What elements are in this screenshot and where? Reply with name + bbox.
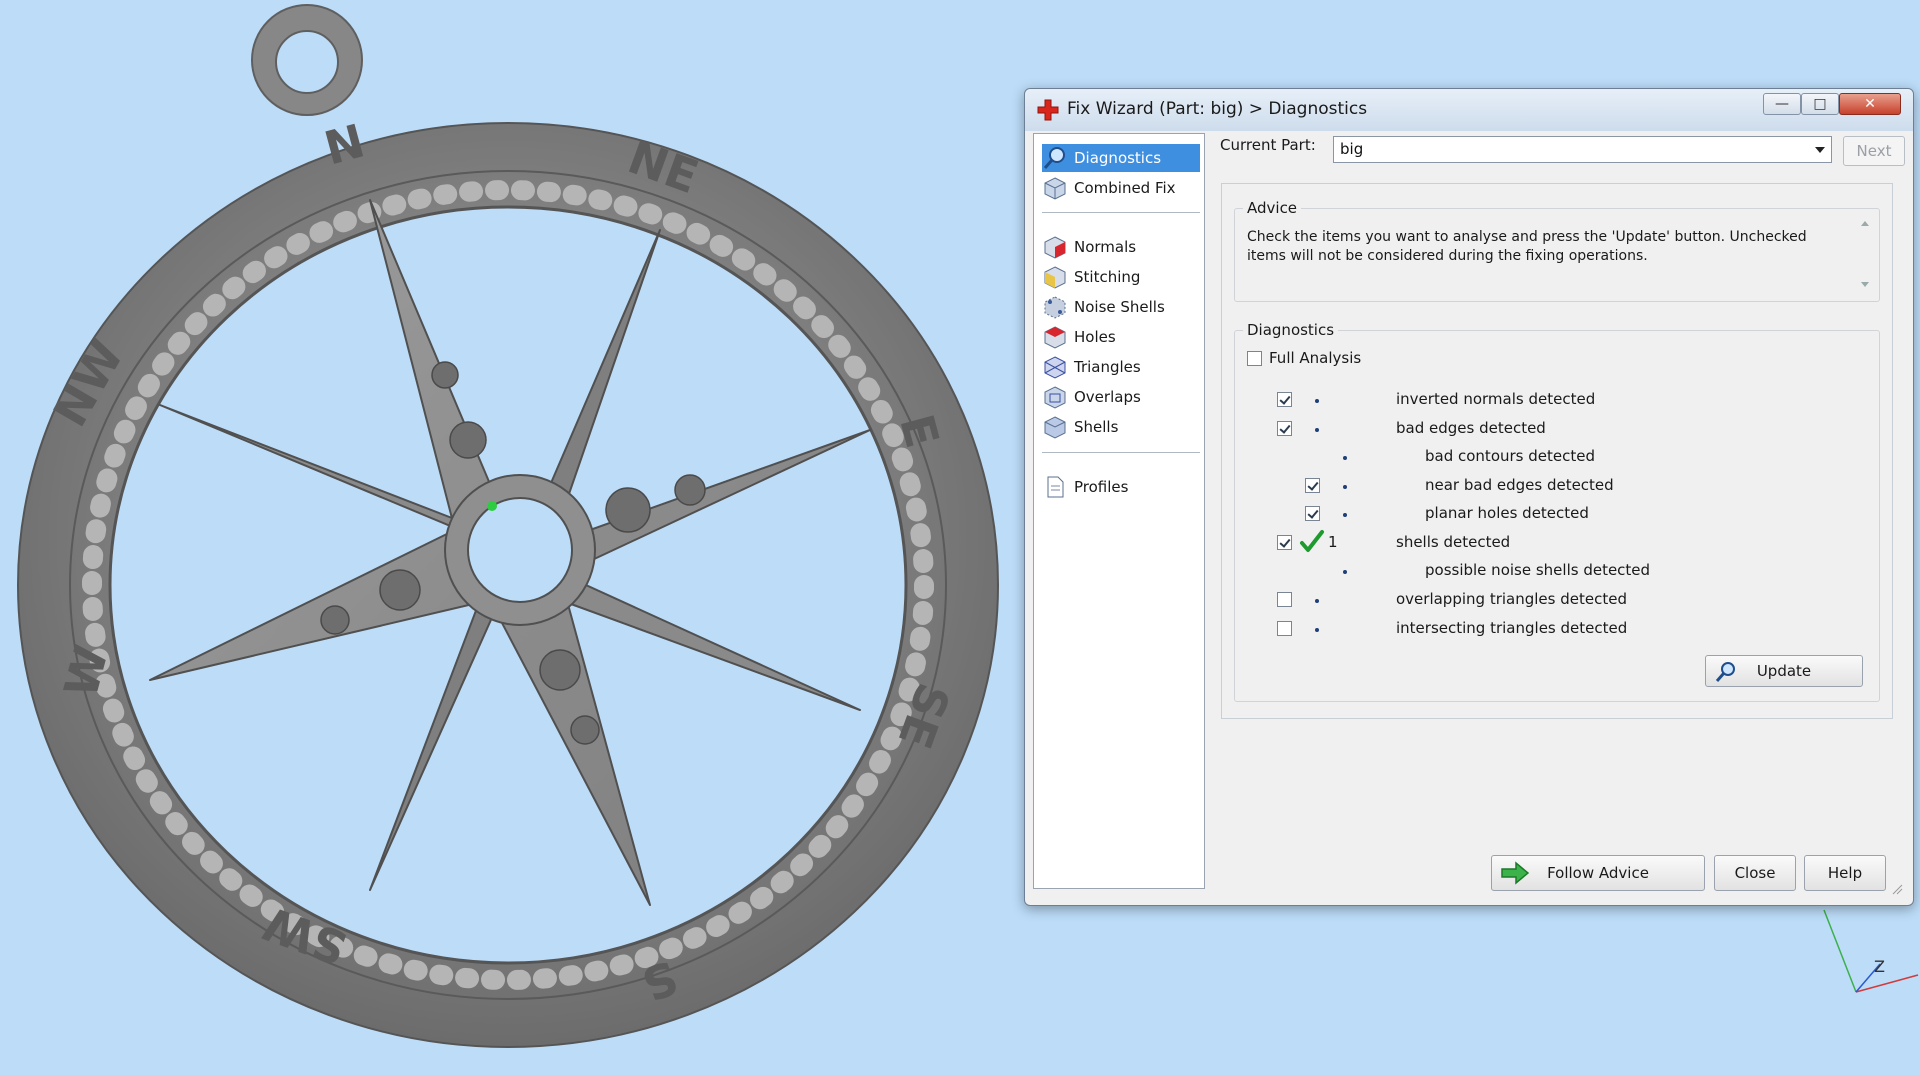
- window-title: Fix Wizard (Part: big) > Diagnostics: [1067, 99, 1368, 119]
- nav-label: Combined Fix: [1074, 179, 1176, 197]
- shells-count: 1: [1328, 533, 1338, 551]
- chevron-down-icon: [1815, 147, 1825, 153]
- advice-text: Check the items you want to analyse and …: [1247, 229, 1807, 264]
- fix-wizard-window: Fix Wizard (Part: big) > Diagnostics — □…: [1024, 88, 1914, 906]
- maximize-button[interactable]: □: [1801, 93, 1839, 115]
- holes-cube-icon: [1044, 326, 1066, 349]
- axis-label-z: Z: [1874, 957, 1885, 976]
- nav-item-combined-fix[interactable]: Combined Fix: [1042, 174, 1200, 202]
- nav-label: Overlaps: [1074, 388, 1141, 406]
- status-dot: [1343, 513, 1347, 517]
- overlapping-triangles-checkbox[interactable]: [1277, 592, 1292, 607]
- nav-label: Profiles: [1074, 478, 1129, 496]
- bad-edges-checkbox[interactable]: [1277, 421, 1292, 436]
- update-button[interactable]: Update: [1705, 655, 1863, 687]
- nav-item-holes[interactable]: Holes: [1042, 323, 1200, 351]
- nav-label: Normals: [1074, 238, 1137, 256]
- triangles-cube-icon: [1044, 356, 1066, 379]
- intersecting-triangles-checkbox[interactable]: [1277, 621, 1292, 636]
- follow-advice-label: Follow Advice: [1547, 864, 1649, 882]
- pendant-bail: [251, 4, 363, 116]
- title-bar[interactable]: Fix Wizard (Part: big) > Diagnostics — □…: [1025, 89, 1913, 131]
- nav-item-diagnostics[interactable]: Diagnostics: [1042, 144, 1200, 172]
- green-checkmark-icon: [1300, 530, 1324, 552]
- diagnostics-title: Diagnostics: [1243, 321, 1339, 339]
- status-dot: [1343, 570, 1347, 574]
- stitching-cube-icon: [1044, 266, 1066, 289]
- selection-marker: [487, 501, 497, 511]
- resize-grip-icon[interactable]: [1891, 883, 1903, 895]
- nav-item-shells[interactable]: Shells: [1042, 413, 1200, 441]
- next-button[interactable]: Next: [1843, 136, 1905, 166]
- axis-indicator: Z: [1823, 909, 1919, 993]
- window-client: Diagnostics Combined Fix Normals Stitchi…: [1033, 133, 1905, 897]
- advice-scrollbar[interactable]: [1857, 219, 1873, 289]
- overlaps-cube-icon: [1044, 386, 1066, 409]
- nav-label: Stitching: [1074, 268, 1141, 286]
- planar-holes-checkbox[interactable]: [1305, 506, 1320, 521]
- row-label-intersecting-triangles: intersecting triangles detected: [1396, 619, 1628, 637]
- advice-group: Advice Check the items you want to analy…: [1234, 199, 1880, 302]
- follow-advice-button[interactable]: Follow Advice: [1491, 855, 1705, 891]
- row-label-bad-edges: bad edges detected: [1396, 419, 1546, 437]
- full-analysis-label: Full Analysis: [1269, 349, 1362, 367]
- row-label-planar-holes: planar holes detected: [1425, 504, 1589, 522]
- status-dot: [1343, 456, 1347, 460]
- nav-item-noise-shells[interactable]: Noise Shells: [1042, 293, 1200, 321]
- nav-item-overlaps[interactable]: Overlaps: [1042, 383, 1200, 411]
- diagnostics-group: Diagnostics Full Analysis inverted norma…: [1234, 321, 1880, 702]
- row-label-near-bad-edges: near bad edges detected: [1425, 476, 1614, 494]
- scroll-up-icon[interactable]: [1861, 221, 1869, 226]
- magnifier-icon: [1715, 662, 1735, 682]
- status-dot: [1315, 628, 1319, 632]
- scroll-down-icon[interactable]: [1861, 282, 1869, 287]
- close-button[interactable]: Close: [1714, 855, 1796, 891]
- nav-label: Noise Shells: [1074, 298, 1165, 316]
- nav-item-triangles[interactable]: Triangles: [1042, 353, 1200, 381]
- wizard-nav: Diagnostics Combined Fix Normals Stitchi…: [1033, 133, 1205, 889]
- cube-icon: [1044, 177, 1066, 200]
- current-part-value: big: [1340, 140, 1364, 158]
- current-part-select[interactable]: big: [1333, 136, 1832, 163]
- compass-pendant-model[interactable]: N NE E SE S SW W NW: [0, 0, 1010, 1075]
- nav-item-profiles[interactable]: Profiles: [1042, 473, 1200, 501]
- advice-title: Advice: [1243, 199, 1302, 217]
- status-dot: [1315, 428, 1319, 432]
- magnifier-icon: [1043, 147, 1065, 169]
- nav-label: Diagnostics: [1074, 149, 1162, 167]
- row-label-overlapping-triangles: overlapping triangles detected: [1396, 590, 1627, 608]
- near-bad-edges-checkbox[interactable]: [1305, 478, 1320, 493]
- nav-item-stitching[interactable]: Stitching: [1042, 263, 1200, 291]
- shells-cube-icon: [1044, 416, 1066, 439]
- noise-shells-icon: [1044, 296, 1066, 319]
- nav-label: Shells: [1074, 418, 1119, 436]
- diagnostics-panel: Advice Check the items you want to analy…: [1221, 183, 1893, 719]
- nav-separator: [1042, 212, 1200, 213]
- row-label-bad-contours: bad contours detected: [1425, 447, 1595, 465]
- green-arrow-icon: [1501, 861, 1530, 885]
- update-label: Update: [1756, 662, 1812, 680]
- row-label-shells: shells detected: [1396, 533, 1511, 551]
- full-analysis-checkbox[interactable]: [1247, 351, 1262, 366]
- nav-separator: [1042, 452, 1200, 453]
- status-dot: [1315, 599, 1319, 603]
- shells-checkbox[interactable]: [1277, 535, 1292, 550]
- normals-cube-icon: [1044, 236, 1066, 259]
- help-button[interactable]: Help: [1804, 855, 1886, 891]
- window-close-button[interactable]: ✕: [1839, 93, 1901, 115]
- row-label-inverted-normals: inverted normals detected: [1396, 390, 1596, 408]
- minimize-button[interactable]: —: [1763, 93, 1801, 115]
- inverted-normals-checkbox[interactable]: [1277, 392, 1292, 407]
- status-dot: [1315, 399, 1319, 403]
- nav-label: Holes: [1074, 328, 1116, 346]
- nav-item-normals[interactable]: Normals: [1042, 233, 1200, 261]
- current-part-label: Current Part:: [1220, 136, 1316, 154]
- status-dot: [1343, 485, 1347, 489]
- nav-label: Triangles: [1074, 358, 1141, 376]
- document-icon: [1047, 476, 1064, 498]
- row-label-noise-shells: possible noise shells detected: [1425, 561, 1651, 579]
- red-cross-icon: [1037, 99, 1059, 121]
